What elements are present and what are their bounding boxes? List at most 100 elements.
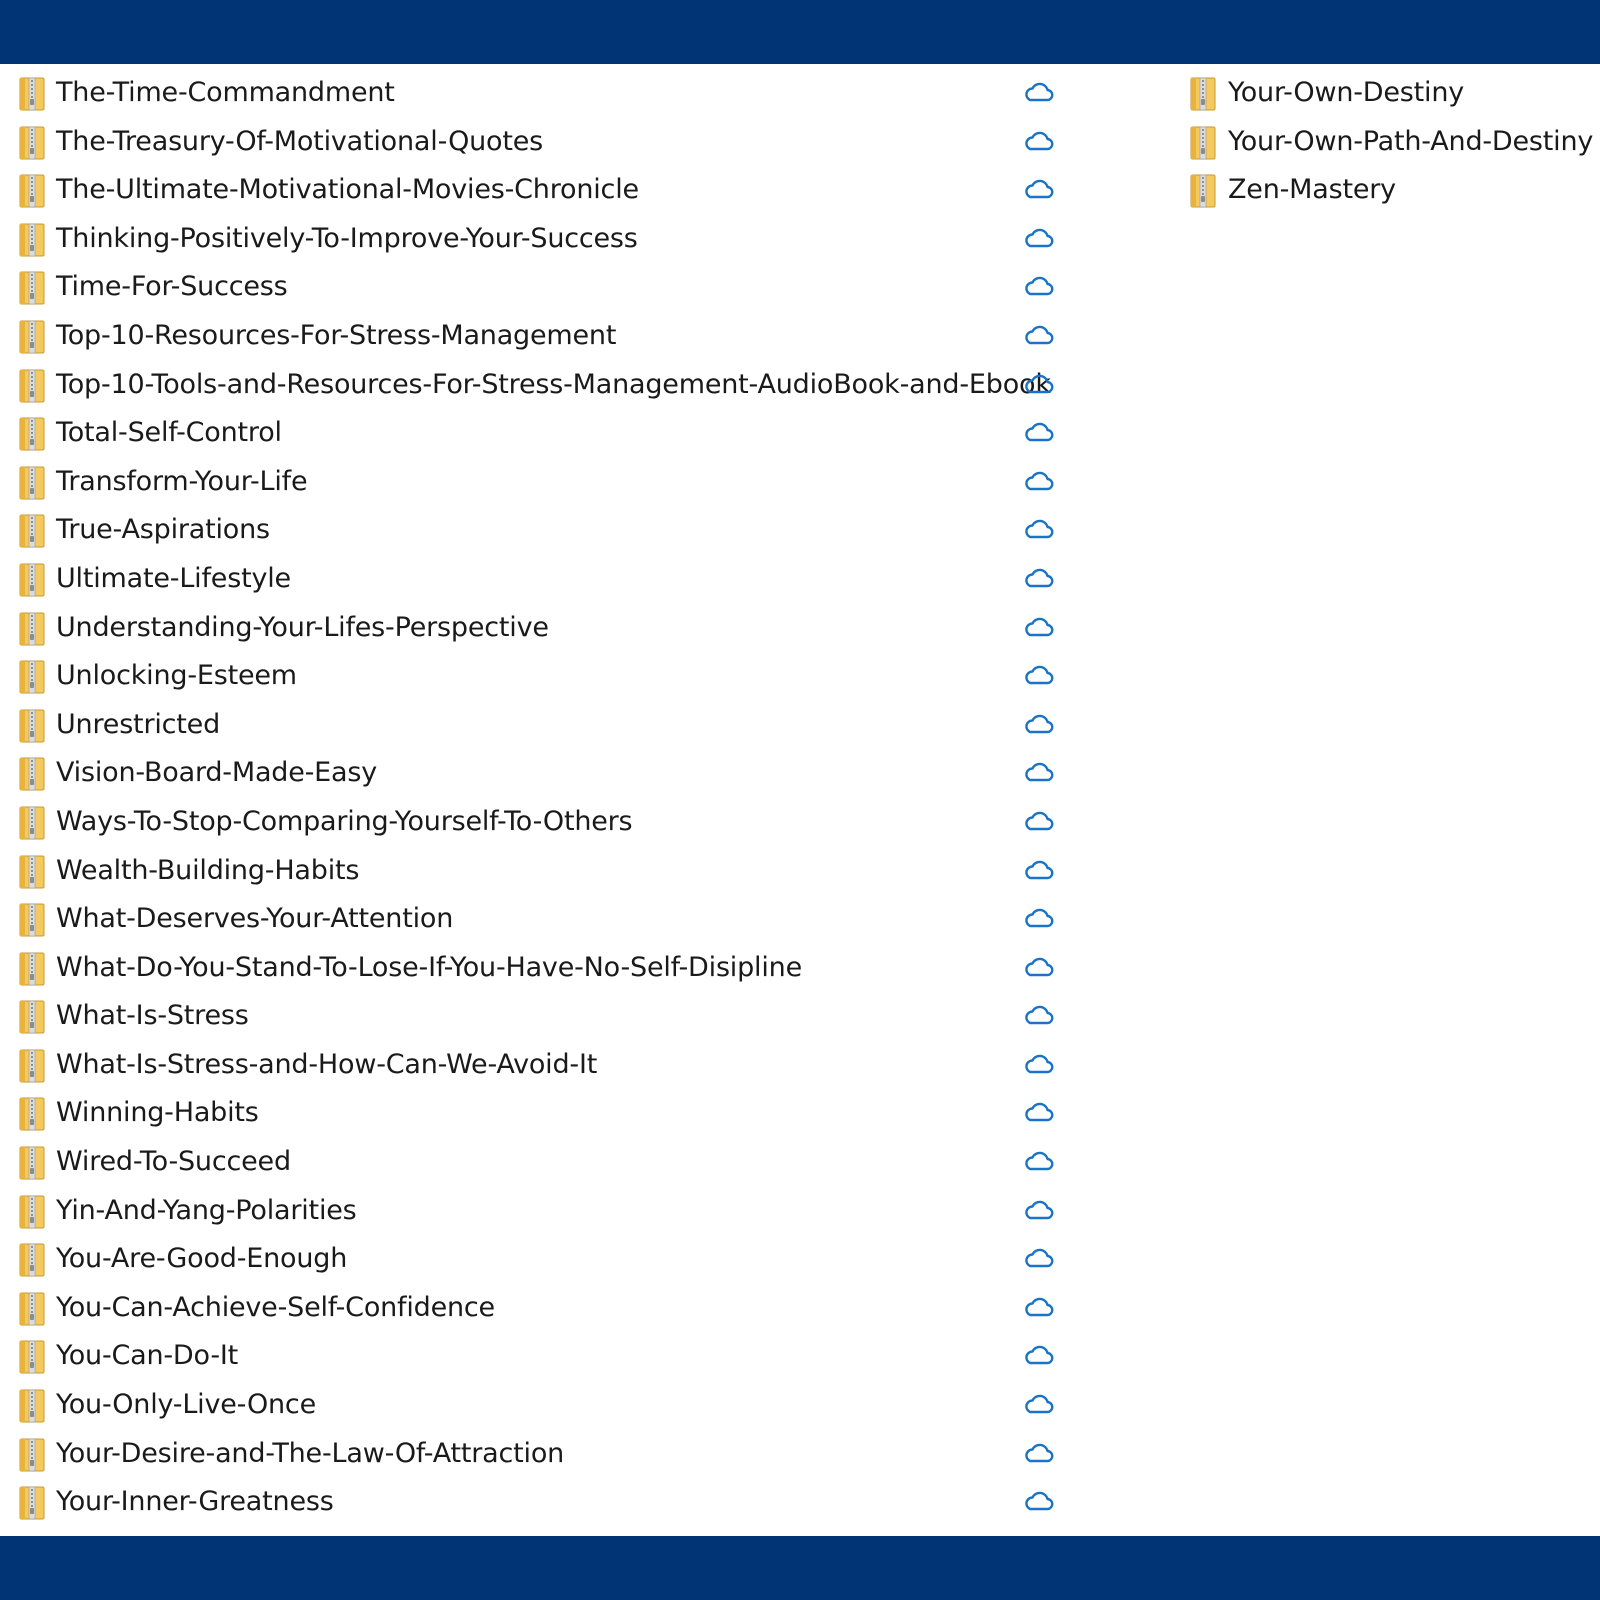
cloud-icon (1025, 471, 1054, 490)
cloud-icon (1025, 277, 1054, 296)
zip-folder-icon (19, 1292, 45, 1326)
file-row[interactable]: Wired-To-Succeed (0, 1133, 1080, 1182)
file-list-column-left: The-Time-Commandment The-Treasury-Of-Moti… (0, 64, 1080, 1522)
file-name: Time-For-Success (56, 271, 288, 303)
file-name: Your-Inner-Greatness (56, 1486, 334, 1518)
file-name: What-Is-Stress (56, 1000, 249, 1032)
file-name: You-Can-Achieve-Self-Confidence (56, 1291, 495, 1323)
file-row[interactable]: Vision-Board-Made-Easy (0, 744, 1080, 793)
cloud-icon (1025, 1346, 1054, 1365)
file-name: What-Do-You-Stand-To-Lose-If-You-Have-No… (56, 951, 802, 983)
zip-folder-icon (19, 709, 45, 743)
cloud-icon (1025, 1443, 1054, 1462)
zip-folder-icon (19, 174, 45, 208)
file-name: Understanding-Your-Lifes-Perspective (56, 611, 549, 643)
file-name: Top-10-Tools-and-Resources-For-Stress-Ma… (56, 368, 1051, 400)
file-row[interactable]: Your-Inner-Greatness (0, 1473, 1080, 1522)
file-row[interactable]: Transform-Your-Life (0, 453, 1080, 502)
file-row[interactable]: Unlocking-Esteem (0, 647, 1080, 696)
file-row[interactable]: Ultimate-Lifestyle (0, 550, 1080, 599)
cloud-icon (1025, 131, 1054, 150)
file-row[interactable]: You-Can-Do-It (0, 1327, 1080, 1376)
top-band (0, 0, 1600, 64)
zip-folder-icon (1190, 174, 1216, 208)
file-row[interactable]: Your-Own-Path-And-Destiny (1172, 113, 1600, 162)
cloud-icon (1025, 422, 1054, 442)
file-name: The-Treasury-Of-Motivational-Quotes (56, 125, 544, 157)
file-row[interactable]: Time-For-Success (0, 258, 1080, 307)
file-row[interactable]: Ways-To-Stop-Comparing-Yourself-To-Other… (0, 793, 1080, 842)
cloud-icon (1025, 908, 1054, 928)
file-row[interactable]: Winning-Habits (0, 1084, 1080, 1133)
file-row[interactable]: What-Is-Stress-and-How-Can-We-Avoid-It (0, 1036, 1080, 1085)
cloud-icon (1025, 763, 1054, 782)
zip-folder-icon (19, 369, 45, 403)
file-name: Unlocking-Esteem (56, 660, 297, 692)
cloud-icon (1025, 1006, 1054, 1025)
file-row[interactable]: Your-Desire-and-The-Law-Of-Attraction (0, 1425, 1080, 1474)
cloud-icon (1025, 374, 1054, 393)
file-row[interactable]: Thinking-Positively-To-Improve-Your-Succ… (0, 210, 1080, 259)
file-row[interactable]: You-Only-Live-Once (0, 1376, 1080, 1425)
file-name: You-Are-Good-Enough (56, 1243, 348, 1275)
file-row[interactable]: What-Is-Stress (0, 987, 1080, 1036)
file-name: What-Is-Stress-and-How-Can-We-Avoid-It (56, 1048, 598, 1080)
file-row[interactable]: Wealth-Building-Habits (0, 842, 1080, 891)
bottom-band (0, 1536, 1600, 1600)
zip-folder-icon (19, 757, 45, 791)
file-name: Your-Desire-and-The-Law-Of-Attraction (56, 1437, 565, 1469)
zip-folder-icon (19, 1000, 45, 1034)
file-row[interactable]: True-Aspirations (0, 501, 1080, 550)
file-name: Thinking-Positively-To-Improve-Your-Succ… (56, 222, 638, 254)
cloud-icon (1025, 1200, 1054, 1219)
cloud-icon (1025, 714, 1054, 733)
zip-folder-icon (19, 1195, 45, 1229)
file-name: Yin-And-Yang-Polarities (56, 1194, 357, 1226)
zip-folder-icon (19, 855, 45, 888)
cloud-icon (1025, 1151, 1054, 1171)
file-row[interactable]: Unrestricted (0, 696, 1080, 745)
file-name: Wired-To-Succeed (56, 1146, 291, 1178)
zip-folder-icon (19, 1389, 45, 1423)
file-row[interactable]: The-Treasury-Of-Motivational-Quotes (0, 113, 1080, 162)
cloud-icon (1025, 617, 1054, 636)
file-row[interactable]: The-Ultimate-Motivational-Movies-Chronic… (0, 161, 1080, 210)
file-name: Top-10-Resources-For-Stress-Management (56, 319, 617, 351)
file-name: The-Ultimate-Motivational-Movies-Chronic… (56, 174, 639, 206)
cloud-icon (1025, 811, 1054, 831)
zip-folder-icon (19, 1097, 45, 1131)
file-row[interactable]: You-Can-Achieve-Self-Confidence (0, 1279, 1080, 1328)
file-row[interactable]: Your-Own-Destiny (1172, 64, 1600, 113)
file-row[interactable]: Top-10-Resources-For-Stress-Management (0, 307, 1080, 356)
zip-folder-icon (19, 660, 45, 694)
zip-folder-icon (19, 271, 45, 305)
zip-folder-icon (19, 1340, 45, 1374)
file-name: You-Only-Live-Once (56, 1389, 316, 1421)
file-row[interactable]: The-Time-Commandment (0, 64, 1080, 113)
zip-folder-icon (19, 1146, 45, 1180)
zip-folder-icon (19, 466, 45, 500)
file-list-column-right: Your-Own-Destiny Your-Own-Path-And-Destin… (1172, 64, 1600, 210)
cloud-icon (1025, 1248, 1054, 1268)
cloud-icon (1025, 228, 1054, 247)
file-row[interactable]: Top-10-Tools-and-Resources-For-Stress-Ma… (0, 356, 1080, 405)
file-row[interactable]: What-Deserves-Your-Attention (0, 890, 1080, 939)
zip-folder-icon (19, 1243, 45, 1277)
zip-folder-icon (19, 1438, 45, 1472)
file-row[interactable]: What-Do-You-Stand-To-Lose-If-You-Have-No… (0, 939, 1080, 988)
file-row[interactable]: Understanding-Your-Lifes-Perspective (0, 599, 1080, 648)
file-name: Your-Own-Destiny (1228, 77, 1465, 108)
file-name: Ultimate-Lifestyle (56, 562, 291, 594)
cloud-icon (1025, 1394, 1054, 1414)
file-row[interactable]: Zen-Mastery (1172, 161, 1600, 210)
cloud-icon (1025, 1103, 1054, 1122)
file-row[interactable]: Yin-And-Yang-Polarities (0, 1182, 1080, 1231)
zip-folder-icon (19, 126, 45, 160)
file-name: Zen-Mastery (1228, 174, 1396, 206)
file-name: Your-Own-Path-And-Destiny (1228, 125, 1594, 157)
file-name: Transform-Your-Life (56, 465, 308, 497)
cloud-icon (1025, 568, 1054, 588)
file-row[interactable]: You-Are-Good-Enough (0, 1230, 1080, 1279)
file-row[interactable]: Total-Self-Control (0, 404, 1080, 453)
zip-folder-icon (19, 806, 45, 840)
